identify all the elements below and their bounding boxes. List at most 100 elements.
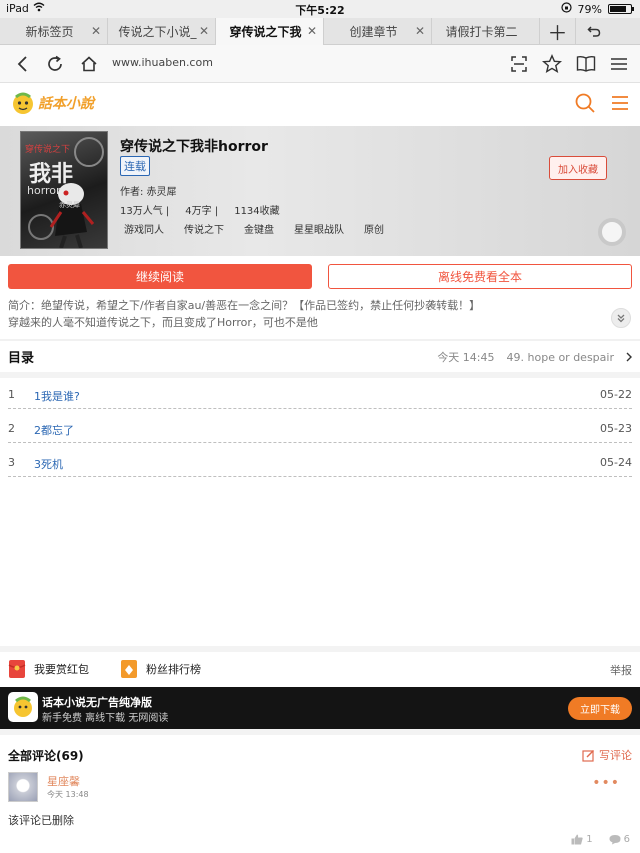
url-text[interactable]: www.ihuaben.com [112, 56, 213, 69]
hamburger-icon [612, 96, 628, 110]
stat-favorites: 1134收藏 [234, 206, 280, 217]
app-logo-icon [8, 692, 38, 722]
close-icon[interactable]: ✕ [91, 24, 101, 38]
site-search-button[interactable] [574, 92, 596, 114]
book-icon [576, 55, 596, 72]
tab-label: 穿传说之下我 [229, 25, 302, 39]
report-link[interactable]: 举报 [610, 662, 632, 678]
cover-character-illustration [28, 137, 104, 248]
ad-title: 话本小说无广告纯净版 [42, 696, 152, 709]
latest-chapter-title: 49. hope or despair [506, 350, 614, 364]
chapter-number: 2 [8, 422, 15, 435]
chapter-row[interactable]: 1 1我是谁? 05-22 [0, 379, 640, 409]
download-now-button[interactable]: 立即下载 [568, 697, 632, 720]
fan-rank-button[interactable]: 粉丝排行榜 [120, 659, 201, 679]
tab-current-book[interactable]: 穿传说之下我 ✕ [216, 18, 324, 45]
chevron-left-icon [17, 56, 27, 72]
new-tab-button[interactable]: ＋ [540, 18, 576, 45]
ad-subtitle: 新手免费 离线下载 无网阅读 [42, 713, 169, 724]
red-packet-button[interactable]: 我要赏红包 [8, 659, 89, 679]
fan-rank-label: 粉丝排行榜 [146, 663, 201, 676]
chevron-right-icon [626, 352, 632, 362]
offline-read-button[interactable]: 离线免费看全本 [328, 264, 632, 289]
reply-button[interactable]: 6 [609, 834, 630, 845]
bookmark-button[interactable] [541, 53, 563, 75]
intro-line: 穿越来的人毫不知道传说之下，而且变成了Horror，可也不是他 [8, 316, 318, 329]
home-button[interactable] [78, 53, 100, 75]
like-button[interactable]: 1 [571, 834, 593, 845]
chapter-title[interactable]: 2都忘了 [34, 422, 74, 438]
dashed-separator [8, 408, 632, 409]
dashed-separator [8, 442, 632, 443]
undo-close-tab-button[interactable] [576, 18, 612, 44]
tab-undertale-novel[interactable]: 传说之下小说_ ✕ [108, 18, 216, 45]
book-author[interactable]: 作者: 赤灵犀 [120, 183, 177, 198]
scan-button[interactable] [508, 53, 530, 75]
latest-chapter-link[interactable]: 今天 14:45 49. hope or despair [437, 349, 632, 365]
comment-time: 今天 13:48 [47, 790, 89, 799]
reading-mode-button[interactable] [575, 53, 597, 75]
loading-spinner-icon [598, 218, 626, 246]
chapter-number: 3 [8, 456, 15, 469]
chapter-date: 05-24 [600, 456, 632, 469]
chapter-number: 1 [8, 388, 15, 401]
book-tags: 游戏同人 传说之下 金键盘 星星眼战队 原创 [124, 221, 384, 236]
continue-reading-button[interactable]: 继续阅读 [8, 264, 312, 289]
write-comment-button[interactable]: 写评论 [582, 747, 632, 763]
comment-username[interactable]: 星座馨 [47, 773, 80, 789]
browser-menu-button[interactable] [608, 53, 630, 75]
reload-button[interactable] [44, 53, 66, 75]
write-comment-label: 写评论 [599, 749, 632, 762]
ranking-icon [121, 660, 137, 678]
like-count: 1 [586, 834, 593, 845]
battery-icon [608, 4, 634, 14]
avatar[interactable] [8, 772, 38, 802]
site-header: 話本小說 [0, 84, 640, 126]
expand-intro-button[interactable] [611, 308, 631, 328]
tab-new-tab[interactable]: 新标签页 ✕ [0, 18, 108, 45]
book-cover[interactable]: 穿传说之下 我非 horror 赤灵犀 [20, 131, 108, 249]
address-bar: www.ihuaben.com [0, 45, 640, 83]
divider [0, 729, 640, 735]
tag-item[interactable]: 原创 [364, 221, 384, 236]
browser-tab-bar: 新标签页 ✕ 传说之下小说_ ✕ 穿传说之下我 ✕ 创建章节 ✕ 请假打卡第二 ＋ [0, 18, 640, 45]
search-icon [575, 93, 595, 113]
book-stats: 13万人气 | 4万字 | 1134收藏 [120, 202, 280, 217]
tab-leave-checkin[interactable]: 请假打卡第二 [432, 18, 540, 45]
chapter-row[interactable]: 3 3死机 05-24 [0, 447, 640, 477]
tag-item[interactable]: 金键盘 [244, 221, 274, 236]
back-button[interactable] [12, 53, 34, 75]
status-badge: 连载 [120, 156, 150, 176]
tag-item[interactable]: 星星眼战队 [294, 221, 344, 236]
menu-icon [611, 58, 627, 70]
add-favorite-button[interactable]: 加入收藏 [549, 156, 607, 180]
site-logo[interactable]: 話本小說 [10, 90, 94, 116]
comments-title[interactable]: 全部评论(69) [8, 747, 84, 764]
chapter-title[interactable]: 3死机 [34, 456, 63, 472]
tab-label: 请假打卡第二 [445, 25, 518, 39]
cover-author-text: 赤灵犀 [59, 201, 80, 209]
tab-create-chapter[interactable]: 创建章节 ✕ [324, 18, 432, 45]
site-menu-button[interactable] [609, 92, 631, 114]
tag-item[interactable]: 传说之下 [184, 221, 224, 236]
catalogue-header[interactable]: 目录 今天 14:45 49. hope or despair [0, 343, 640, 371]
close-icon[interactable]: ✕ [307, 24, 317, 38]
dashed-separator [8, 476, 632, 477]
scan-icon [511, 56, 527, 72]
book-hero: 穿传说之下 我非 horror 赤灵犀 穿传说之下我非horror 连载 作者:… [0, 126, 640, 256]
thumbs-up-icon [571, 834, 583, 845]
chapter-row[interactable]: 2 2都忘了 05-23 [0, 413, 640, 443]
battery-percent: 79% [577, 2, 602, 16]
double-chevron-down-icon [617, 314, 625, 323]
chapter-title[interactable]: 1我是谁? [34, 388, 80, 404]
divider [0, 339, 640, 341]
divider [0, 372, 640, 378]
close-icon[interactable]: ✕ [199, 24, 209, 38]
stat-word-count: 4万字 | [185, 206, 219, 217]
tag-item[interactable]: 游戏同人 [124, 221, 164, 236]
status-bar: iPad 下午5:22 79% [0, 0, 640, 18]
more-options-icon[interactable]: ••• [592, 775, 620, 791]
close-icon[interactable]: ✕ [415, 24, 425, 38]
red-packet-label: 我要赏红包 [34, 663, 89, 676]
red-packet-icon [8, 660, 26, 678]
